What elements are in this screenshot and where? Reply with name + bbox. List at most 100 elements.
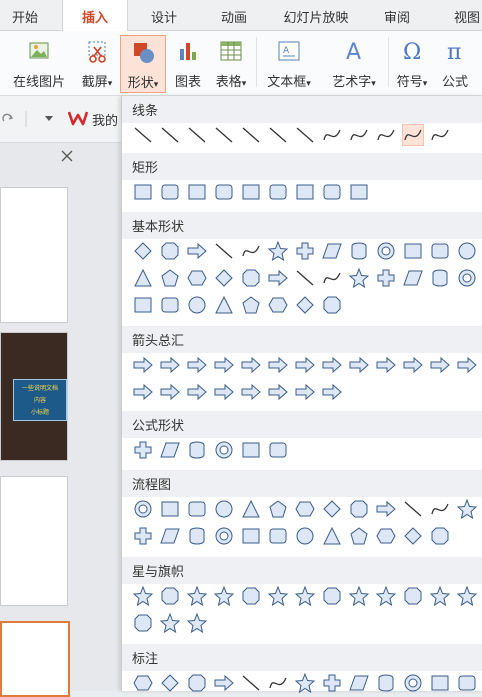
shape-rect-icon[interactable] (240, 525, 262, 547)
shape-hexagon-icon[interactable] (375, 525, 397, 547)
shape-star-icon[interactable] (267, 585, 289, 607)
shape-octagon-icon[interactable] (402, 585, 424, 607)
shape-octagon-icon[interactable] (429, 525, 451, 547)
slide-thumbnail[interactable]: 一些说明文档 内容 小标题 (0, 332, 68, 461)
shape-arrow-icon[interactable] (240, 381, 262, 403)
shape-octagon-icon[interactable] (348, 498, 370, 520)
shape-star-icon[interactable] (348, 585, 370, 607)
shape-arrow-icon[interactable] (186, 381, 208, 403)
slide-thumbnail[interactable] (0, 187, 68, 323)
shape-arrow-icon[interactable] (213, 381, 235, 403)
shape-arrow-icon[interactable] (267, 267, 289, 289)
shape-curve-icon[interactable] (321, 124, 343, 146)
tab-design[interactable]: 设计 (140, 0, 188, 30)
shape-rect-icon[interactable] (159, 498, 181, 520)
shape-cross-icon[interactable] (132, 439, 154, 461)
shapes-button[interactable]: 形状▾ (120, 35, 166, 93)
shape-octagon-icon[interactable] (159, 240, 181, 262)
shape-star-icon[interactable] (267, 240, 289, 262)
shape-arrow-icon[interactable] (294, 354, 316, 376)
shape-curve-icon[interactable] (375, 124, 397, 146)
shape-octagon-icon[interactable] (240, 267, 262, 289)
shape-arrow-icon[interactable] (159, 381, 181, 403)
shape-pentagon-icon[interactable] (348, 525, 370, 547)
shape-octagon-icon[interactable] (321, 294, 343, 316)
shape-cross-icon[interactable] (375, 267, 397, 289)
symbol-button[interactable]: Ω 符号▾ (390, 31, 434, 93)
shape-star-icon[interactable] (429, 585, 451, 607)
chart-button[interactable]: 图表 (168, 31, 208, 93)
shape-roundrect-icon[interactable] (267, 439, 289, 461)
shape-rect-icon[interactable] (240, 439, 262, 461)
shape-diamond-icon[interactable] (402, 525, 424, 547)
tab-animation[interactable]: 动画 (210, 0, 258, 30)
shape-rect-icon[interactable] (186, 181, 208, 203)
shape-arrow-icon[interactable] (213, 354, 235, 376)
shape-hexagon-icon[interactable] (186, 267, 208, 289)
shape-line-icon[interactable] (159, 124, 181, 146)
tab-home[interactable]: 开始 (0, 0, 50, 30)
shape-line-icon[interactable] (213, 124, 235, 146)
shape-line-icon[interactable] (186, 124, 208, 146)
shape-line-icon[interactable] (132, 124, 154, 146)
shape-line-icon[interactable] (213, 240, 235, 262)
shape-roundrect-icon[interactable] (159, 294, 181, 316)
shape-star-icon[interactable] (186, 585, 208, 607)
shape-donut-icon[interactable] (213, 525, 235, 547)
table-button[interactable]: 表格▾ (208, 31, 254, 93)
shape-roundrect-icon[interactable] (186, 498, 208, 520)
shape-cross-icon[interactable] (132, 525, 154, 547)
formula-button[interactable]: π 公式 (434, 31, 476, 93)
shape-cylinder-icon[interactable] (186, 439, 208, 461)
shape-roundrect-icon[interactable] (321, 181, 343, 203)
shape-arrow-icon[interactable] (186, 354, 208, 376)
shape-star-icon[interactable] (213, 585, 235, 607)
shape-arrow-icon[interactable] (321, 354, 343, 376)
shape-arrow-icon[interactable] (402, 354, 424, 376)
shape-arrow-icon[interactable] (267, 381, 289, 403)
close-icon[interactable] (61, 150, 73, 162)
shape-arrow-icon[interactable] (429, 354, 451, 376)
shape-rect-icon[interactable] (294, 181, 316, 203)
shape-pentagon-icon[interactable] (159, 267, 181, 289)
shape-rect-icon[interactable] (132, 294, 154, 316)
shape-roundrect-icon[interactable] (213, 181, 235, 203)
online-picture-button[interactable]: 在线图片 (2, 31, 76, 93)
tab-review[interactable]: 审阅 (375, 0, 419, 30)
shape-arrow-icon[interactable] (375, 354, 397, 376)
shape-arrow-icon[interactable] (132, 354, 154, 376)
shape-arrow-icon[interactable] (186, 240, 208, 262)
shape-arrow-icon[interactable] (159, 354, 181, 376)
shape-arrow-icon[interactable] (132, 381, 154, 403)
shape-star-icon[interactable] (456, 585, 478, 607)
shape-star-icon[interactable] (348, 267, 370, 289)
shape-parallelogram-icon[interactable] (159, 439, 181, 461)
screenshot-button[interactable]: 截屏▾ (76, 31, 118, 93)
shape-star-icon[interactable] (375, 585, 397, 607)
shape-rect-icon[interactable] (132, 181, 154, 203)
shape-arrow-icon[interactable] (321, 381, 343, 403)
shape-triangle-icon[interactable] (132, 267, 154, 289)
shape-curve-icon[interactable] (429, 498, 451, 520)
shape-donut-icon[interactable] (213, 439, 235, 461)
shape-arrow-icon[interactable] (375, 498, 397, 520)
shape-octagon-icon[interactable] (132, 612, 154, 634)
shape-circle-icon[interactable] (456, 240, 478, 262)
shape-rect-icon[interactable] (402, 240, 424, 262)
shape-parallelogram-icon[interactable] (402, 267, 424, 289)
shape-star-icon[interactable] (159, 612, 181, 634)
shape-octagon-icon[interactable] (321, 585, 343, 607)
shape-roundrect-icon[interactable] (267, 181, 289, 203)
shape-curve-icon[interactable] (348, 124, 370, 146)
shape-roundrect-icon[interactable] (159, 181, 181, 203)
tab-view[interactable]: 视图 (447, 0, 482, 30)
shape-curve-icon[interactable] (429, 124, 451, 146)
shape-pentagon-icon[interactable] (240, 294, 262, 316)
shape-rect-icon[interactable] (240, 181, 262, 203)
shape-arrow-icon[interactable] (456, 354, 478, 376)
shape-cylinder-icon[interactable] (186, 525, 208, 547)
shape-line-icon[interactable] (402, 498, 424, 520)
wordart-button[interactable]: A 艺术字▾ (322, 31, 386, 93)
shape-curve-icon[interactable] (321, 267, 343, 289)
shape-donut-icon[interactable] (375, 240, 397, 262)
